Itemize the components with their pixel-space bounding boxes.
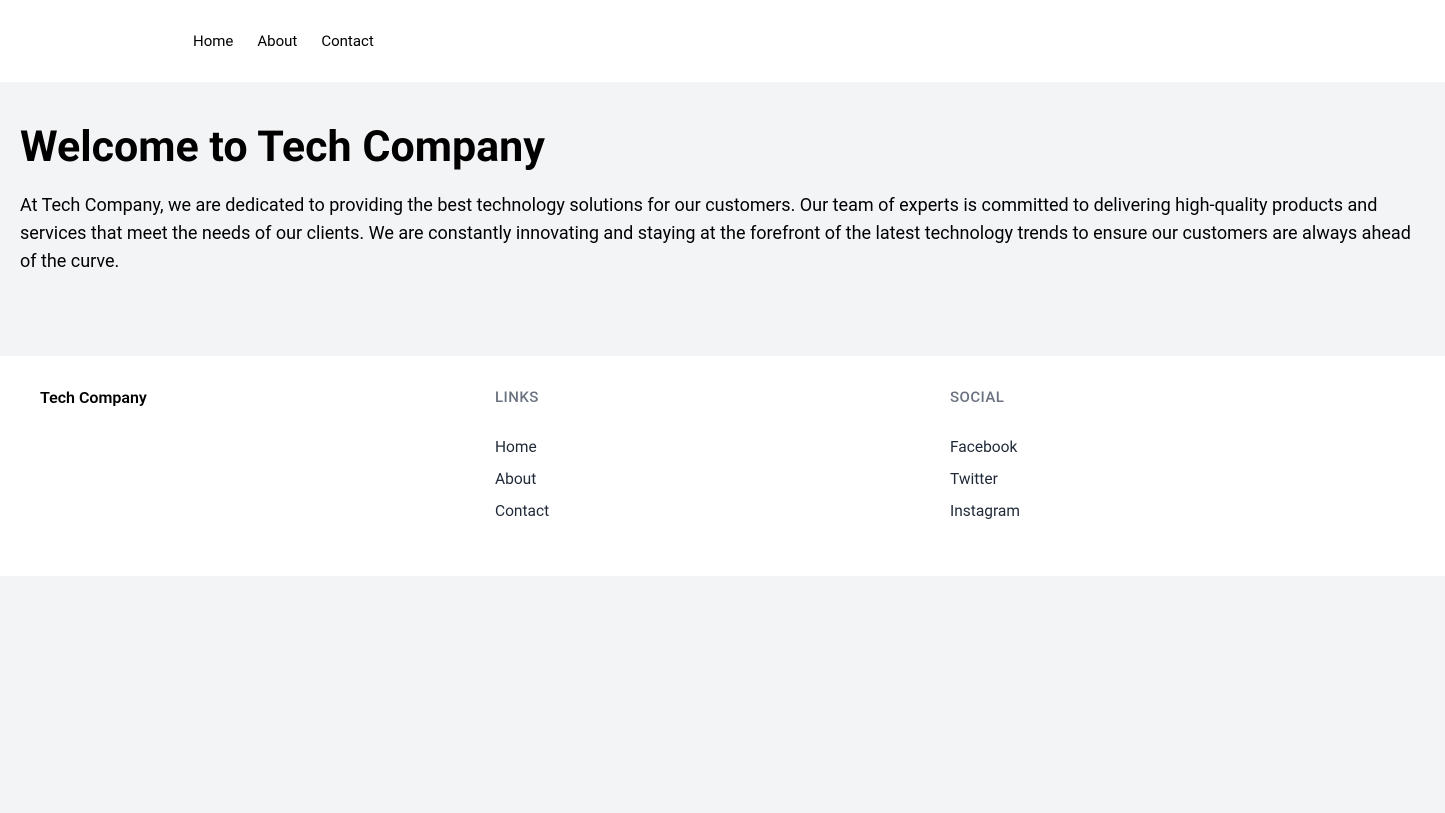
nav-item-about[interactable]: About: [257, 32, 297, 50]
footer-link-twitter[interactable]: Twitter: [950, 470, 1405, 488]
nav-item-contact[interactable]: Contact: [321, 32, 373, 50]
footer-link-home[interactable]: Home: [495, 438, 950, 456]
footer-social-col: SOCIAL Facebook Twitter Instagram: [950, 388, 1405, 520]
nav-list: Home About Contact: [0, 32, 1445, 50]
footer-links-col: LINKS Home About Contact: [495, 388, 950, 520]
footer-heading-social: SOCIAL: [950, 388, 1405, 406]
footer-link-contact[interactable]: Contact: [495, 502, 950, 520]
page-title: Welcome to Tech Company: [20, 122, 1425, 172]
nav-item-home[interactable]: Home: [193, 32, 233, 50]
footer-brand: Tech Company: [40, 388, 495, 407]
footer-social-list: Facebook Twitter Instagram: [950, 438, 1405, 520]
footer-links-list: Home About Contact: [495, 438, 950, 520]
footer-brand-col: Tech Company: [40, 388, 495, 520]
footer-link-instagram[interactable]: Instagram: [950, 502, 1405, 520]
main-content: Welcome to Tech Company At Tech Company,…: [0, 82, 1445, 356]
top-nav: Home About Contact: [0, 0, 1445, 82]
footer-link-facebook[interactable]: Facebook: [950, 438, 1405, 456]
page-description: At Tech Company, we are dedicated to pro…: [20, 192, 1425, 276]
footer-link-about[interactable]: About: [495, 470, 950, 488]
footer: Tech Company LINKS Home About Contact SO…: [0, 356, 1445, 576]
footer-heading-links: LINKS: [495, 388, 950, 406]
